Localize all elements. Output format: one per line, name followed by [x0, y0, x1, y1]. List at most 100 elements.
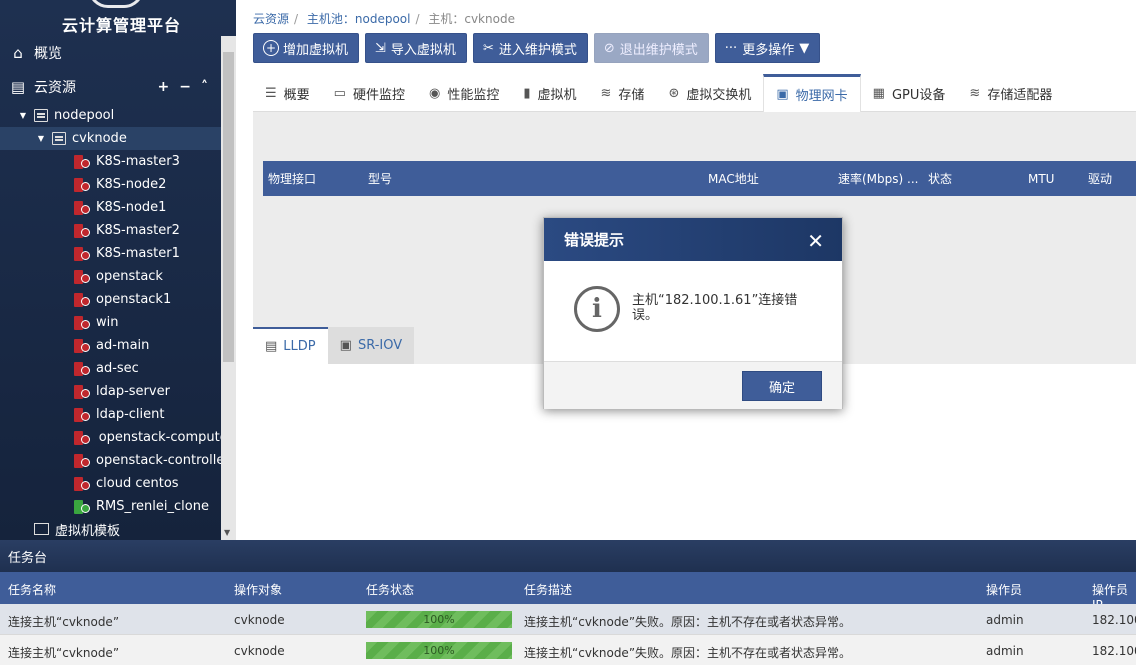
tree-node-vm-label: openstack-controller — [96, 453, 230, 468]
task-console-title: 任务台 — [8, 550, 48, 566]
vm-stopped-icon — [74, 177, 90, 192]
breadcrumb-item[interactable]: 云资源 — [253, 12, 289, 26]
vm-stopped-icon — [74, 338, 90, 353]
tree-node-vm-label: K8S-master3 — [96, 154, 180, 169]
col-status[interactable]: 状态 — [928, 170, 952, 187]
task-table-header: 任务名称 操作对象 任务状态 任务描述 操作员 操作员IP — [0, 572, 1136, 612]
breadcrumb-item[interactable]: 主机池：nodepool — [307, 12, 411, 26]
vm-list: K8S-master3 K8S-node2 K8S-node1 K8S-master2… — [0, 150, 236, 518]
collapse-icon[interactable]: ˄ — [201, 79, 208, 95]
plus-circle-icon: + — [263, 40, 279, 56]
col-task-desc[interactable]: 任务描述 — [524, 581, 572, 598]
tree-node-vm[interactable]: ad-sec — [0, 357, 236, 380]
logo: 云计算管理平台 — [0, 0, 236, 36]
tree-node-vm-label: ldap-client — [96, 407, 165, 422]
tab-label: 性能监控 — [447, 87, 500, 103]
tree-node-vm-label: openstack-compute1 — [94, 430, 236, 445]
vm-stopped-icon — [74, 315, 90, 330]
nic-table-header: 物理接口 型号 MAC地址 速率(Mbps) ... 状态 MTU 驱动 — [263, 161, 1136, 196]
exit-maintenance-button[interactable]: ⊘ 退出维护模式 — [593, 33, 709, 63]
tree-node-vm[interactable]: ldap-client — [0, 403, 236, 426]
tab-storage[interactable]: ≋ 存储 — [589, 74, 657, 112]
tree-node-vm[interactable]: K8S-node1 — [0, 196, 236, 219]
tree-node-vm[interactable]: openstack-compute1 — [0, 426, 236, 449]
tree-node-vm[interactable]: win — [0, 311, 236, 334]
vm-stopped-icon — [74, 361, 90, 376]
tree-node-vm[interactable]: K8S-master1 — [0, 242, 236, 265]
tree-node-vm[interactable]: K8S-master2 — [0, 219, 236, 242]
sidebar-scroll-thumb[interactable] — [223, 52, 234, 362]
info-icon: i — [574, 286, 620, 332]
task-target-cell: cvknode — [234, 613, 285, 627]
tree-node-pool[interactable]: ▼ nodepool — [0, 104, 236, 127]
nav-vm-template[interactable]: 虚拟机模板 — [0, 518, 236, 540]
tree-node-vm-label: win — [96, 315, 119, 330]
ok-button[interactable]: 确定 — [742, 371, 822, 401]
task-ip-cell: 182.100 — [1092, 613, 1136, 627]
expand-triangle-icon[interactable]: ▼ — [18, 111, 28, 120]
task-console-header[interactable]: 任务台 — [0, 540, 1136, 572]
toolbar: + 增加虚拟机 ⇲ 导入虚拟机 ✂ 进入维护模式 ⊘ 退出维护模式 ··· 更多… — [253, 33, 821, 63]
tree-node-host[interactable]: ▼ cvknode — [0, 127, 236, 150]
col-task-status[interactable]: 任务状态 — [366, 581, 414, 598]
col-mac[interactable]: MAC地址 — [708, 170, 759, 187]
add-vm-button[interactable]: + 增加虚拟机 — [253, 33, 360, 63]
tree-node-vm-label: openstack1 — [96, 292, 172, 307]
add-icon[interactable]: + — [158, 79, 170, 95]
tab-physical-nic[interactable]: ▣ 物理网卡 — [763, 74, 861, 112]
add-vm-label: 增加虚拟机 — [283, 42, 349, 58]
col-model[interactable]: 型号 — [368, 170, 392, 187]
vm-running-icon — [74, 499, 90, 514]
close-icon[interactable]: ✕ — [807, 229, 824, 253]
dialog-body: i 主机“182.100.1.61”连接错误。 — [544, 261, 842, 361]
monitor-chart-icon: ▭ — [333, 85, 346, 101]
expand-triangle-icon[interactable]: ▼ — [36, 134, 46, 143]
tree-node-vm[interactable]: openstack — [0, 265, 236, 288]
tree-node-vm[interactable]: ldap-server — [0, 380, 236, 403]
tree-node-vm[interactable]: K8S-master3 — [0, 150, 236, 173]
tab-hardware-monitor[interactable]: ▭ 硬件监控 — [322, 74, 417, 112]
col-interface[interactable]: 物理接口 — [268, 170, 316, 187]
nav-overview[interactable]: ⌂ 概览 — [0, 36, 236, 70]
tree-node-vm[interactable]: K8S-node2 — [0, 173, 236, 196]
import-vm-button[interactable]: ⇲ 导入虚拟机 — [365, 33, 467, 63]
col-operator[interactable]: 操作员 — [986, 581, 1022, 598]
table-row[interactable]: 连接主机“cvknode” cvknode 连接主机“cvknode”失败。原因：主… — [0, 635, 1136, 665]
tab-lldp[interactable]: ▤ LLDP — [253, 327, 328, 364]
tree-node-vm[interactable]: openstack1 — [0, 288, 236, 311]
col-target[interactable]: 操作对象 — [234, 581, 282, 598]
col-speed[interactable]: 速率(Mbps) ... — [838, 170, 918, 187]
more-actions-button[interactable]: ··· 更多操作 ▼ — [714, 33, 821, 63]
dialog-title: 错误提示 — [564, 231, 625, 249]
scroll-down-icon[interactable]: ▼ — [224, 528, 230, 537]
remove-icon[interactable]: − — [179, 79, 191, 95]
tab-gpu[interactable]: ▦ GPU设备 — [861, 74, 958, 112]
progress-bar: 100% — [366, 642, 512, 659]
sidebar-scrollbar[interactable]: ▼ — [221, 36, 236, 540]
tab-label: 硬件监控 — [352, 87, 405, 103]
nav-cloud-resources[interactable]: ▤ 云资源 + − ˄ — [0, 70, 236, 104]
table-row[interactable]: 连接主机“cvknode” cvknode 连接主机“cvknode”失败。原因：主… — [0, 604, 1136, 635]
tab-label: 存储 — [618, 87, 645, 103]
enter-maintenance-button[interactable]: ✂ 进入维护模式 — [472, 33, 588, 63]
tab-label: GPU设备 — [891, 87, 946, 103]
tab-vswitch[interactable]: ⊛ 虚拟交换机 — [656, 74, 763, 112]
tab-summary[interactable]: ☰ 概要 — [253, 74, 322, 112]
tree-node-vm[interactable]: ad-main — [0, 334, 236, 357]
tree-node-vm-label: ldap-server — [96, 384, 170, 399]
tree-node-vm-label: K8S-node1 — [96, 200, 167, 215]
dialog-footer: 确定 — [544, 361, 842, 409]
logo-mark — [88, 0, 144, 8]
nav-overview-label: 概览 — [34, 46, 62, 62]
tab-sriov[interactable]: ▣ SR-IOV — [327, 327, 415, 364]
tree-node-vm[interactable]: openstack-controller — [0, 449, 236, 472]
tree-node-vm[interactable]: RMS_renlei_clone — [0, 495, 236, 518]
col-driver[interactable]: 驱动 — [1088, 170, 1112, 187]
col-task-name[interactable]: 任务名称 — [8, 581, 56, 598]
tab-performance-monitor[interactable]: ◉ 性能监控 — [417, 74, 511, 112]
tab-storage-adapter[interactable]: ≋ 存储适配器 — [957, 74, 1064, 112]
tab-vms[interactable]: ▮ 虚拟机 — [511, 74, 588, 112]
tree-node-vm[interactable]: cloud centos — [0, 472, 236, 495]
col-mtu[interactable]: MTU — [1028, 172, 1054, 186]
disabled-circle-icon: ⊘ — [603, 40, 615, 56]
